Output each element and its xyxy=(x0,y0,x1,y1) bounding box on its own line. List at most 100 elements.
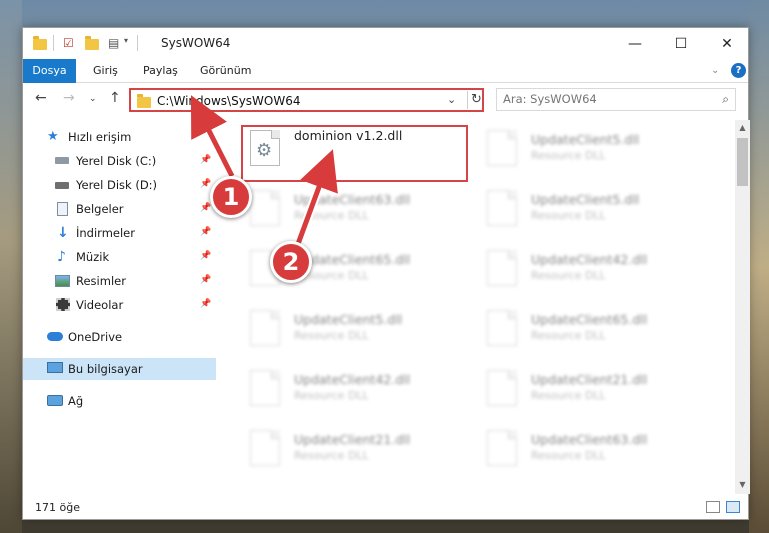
pin-icon[interactable]: 📌 xyxy=(200,179,211,189)
close-button[interactable]: ✕ xyxy=(704,28,750,59)
drive-icon xyxy=(55,182,69,189)
drive-icon xyxy=(55,157,69,164)
list-item[interactable]: UpdateClient5.dll Resource DLL xyxy=(242,302,462,352)
back-arrow-icon[interactable]: ← xyxy=(35,90,47,106)
navigation-bar: ← → ⌄ ↑ C:\Windows\SysWOW64 ⌄ ↻ ⌕ xyxy=(23,84,748,116)
computer-icon xyxy=(47,362,63,373)
dll-file-icon xyxy=(487,430,517,466)
file-name: UpdateClient5.dll xyxy=(531,132,640,147)
sidebar-item-label: Videolar xyxy=(76,298,124,312)
picture-icon xyxy=(55,275,70,287)
desktop-background-right xyxy=(749,0,769,533)
list-item[interactable]: UpdateClient65.dll Resource DLL xyxy=(479,302,699,352)
file-description: Resource DLL xyxy=(531,209,606,222)
list-item[interactable]: UpdateClient42.dll Resource DLL xyxy=(479,242,699,292)
document-icon xyxy=(57,202,68,216)
up-arrow-icon[interactable]: ↑ xyxy=(109,90,121,106)
address-path: C:\Windows\SysWOW64 xyxy=(157,94,301,108)
forward-arrow-icon[interactable]: → xyxy=(63,90,75,106)
sidebar-item-label: Bu bilgisayar xyxy=(68,362,143,376)
file-name: UpdateClient5.dll xyxy=(294,312,403,327)
tab-share[interactable]: Paylaş xyxy=(143,59,178,83)
recent-locations-chevron-icon[interactable]: ⌄ xyxy=(89,94,97,104)
file-description: Resource DLL xyxy=(294,209,369,222)
sidebar-item-music[interactable]: ♪ Müzik 📌 xyxy=(23,246,216,268)
view-options-icon[interactable]: ▤ xyxy=(108,36,119,52)
pin-icon[interactable]: 📌 xyxy=(200,203,211,213)
customize-chevron-icon[interactable]: ▾ xyxy=(124,36,128,52)
pin-icon[interactable]: 📌 xyxy=(200,155,211,165)
maximize-button[interactable]: ☐ xyxy=(658,28,704,59)
address-folder-icon xyxy=(137,94,151,108)
minimize-button[interactable]: — xyxy=(612,28,658,59)
address-dropdown-chevron-icon[interactable]: ⌄ xyxy=(447,93,456,106)
search-box[interactable]: ⌕ xyxy=(496,88,736,111)
file-item-selected[interactable]: ⚙ dominion v1.2.dll xyxy=(242,122,462,172)
pin-icon[interactable]: 📌 xyxy=(200,299,211,309)
tab-home[interactable]: Giriş xyxy=(93,59,118,83)
dll-file-icon xyxy=(487,250,517,286)
window-title: SysWOW64 xyxy=(161,36,231,50)
dll-file-icon xyxy=(487,370,517,406)
dll-file-icon xyxy=(250,190,280,226)
list-item[interactable]: UpdateClient21.dll Resource DLL xyxy=(479,362,699,412)
sidebar-item-local-disk-d[interactable]: Yerel Disk (D:) 📌 xyxy=(23,174,216,196)
sidebar-item-pictures[interactable]: Resimler 📌 xyxy=(23,270,216,292)
scroll-up-arrow-icon[interactable]: ▲ xyxy=(735,123,750,132)
properties-icon[interactable]: ☑ xyxy=(63,36,74,52)
file-name: UpdateClient21.dll xyxy=(531,372,648,387)
search-input[interactable] xyxy=(503,92,703,106)
large-icons-view-icon[interactable] xyxy=(726,501,740,513)
file-description: Resource DLL xyxy=(531,389,606,402)
list-item[interactable]: UpdateClient5.dll Resource DLL xyxy=(479,182,699,232)
pin-icon[interactable]: 📌 xyxy=(200,227,211,237)
list-item[interactable]: UpdateClient63.dll Resource DLL xyxy=(242,182,462,232)
sidebar-item-label: Yerel Disk (C:) xyxy=(76,154,157,168)
file-name: UpdateClient5.dll xyxy=(531,192,640,207)
list-item[interactable]: UpdateClient5.dll Resource DLL xyxy=(479,122,699,172)
file-description: Resource DLL xyxy=(531,329,606,342)
sidebar-item-this-pc[interactable]: Bu bilgisayar xyxy=(23,358,216,380)
title-bar: ☑ ▤ ▾ SysWOW64 — ☐ ✕ xyxy=(23,28,748,59)
music-note-icon: ♪ xyxy=(57,249,66,265)
list-item[interactable]: UpdateClient63.dll Resource DLL xyxy=(479,422,699,472)
file-name: UpdateClient63.dll xyxy=(531,432,648,447)
sidebar-item-downloads[interactable]: ↓ İndirmeler 📌 xyxy=(23,222,216,244)
sidebar-item-label: Hızlı erişim xyxy=(68,130,132,144)
ribbon-expand-chevron-icon[interactable]: ⌄ xyxy=(711,59,719,83)
sidebar-item-network[interactable]: Ağ xyxy=(23,390,216,412)
pin-icon[interactable]: 📌 xyxy=(200,275,211,285)
scroll-down-arrow-icon[interactable]: ▼ xyxy=(735,480,750,489)
scrollbar-thumb[interactable] xyxy=(737,138,748,186)
file-description: Resource DLL xyxy=(531,269,606,282)
callout-badge-2: 2 xyxy=(270,241,312,283)
sidebar-item-videos[interactable]: Videolar 📌 xyxy=(23,294,216,316)
explorer-window: ☑ ▤ ▾ SysWOW64 — ☐ ✕ Dosya Giriş Paylaş … xyxy=(22,27,750,520)
download-arrow-icon: ↓ xyxy=(57,225,69,241)
file-name: UpdateClient42.dll xyxy=(294,372,411,387)
status-bar: 171 öğe xyxy=(23,496,748,520)
refresh-icon[interactable]: ↻ xyxy=(467,91,485,109)
file-name: UpdateClient21.dll xyxy=(294,432,411,447)
sidebar-item-label: Müzik xyxy=(76,250,110,264)
desktop-background-left xyxy=(0,0,22,533)
details-view-icon[interactable] xyxy=(706,501,720,513)
search-icon: ⌕ xyxy=(722,92,729,106)
sidebar-item-quick-access[interactable]: ★ Hızlı erişim xyxy=(23,126,216,148)
sidebar-item-onedrive[interactable]: OneDrive xyxy=(23,326,216,348)
pin-icon[interactable]: 📌 xyxy=(200,251,211,261)
sidebar-item-local-disk-c[interactable]: Yerel Disk (C:) 📌 xyxy=(23,150,216,172)
film-icon xyxy=(56,298,70,311)
tab-file[interactable]: Dosya xyxy=(23,59,76,83)
file-description: Resource DLL xyxy=(531,149,606,162)
help-icon[interactable]: ? xyxy=(731,63,746,78)
address-bar[interactable]: C:\Windows\SysWOW64 ⌄ ↻ xyxy=(129,88,484,112)
file-description: Resource DLL xyxy=(294,449,369,462)
sidebar-item-documents[interactable]: Belgeler 📌 xyxy=(23,198,216,220)
list-item[interactable]: UpdateClient21.dll Resource DLL xyxy=(242,422,462,472)
network-icon xyxy=(47,395,63,406)
list-item[interactable]: UpdateClient42.dll Resource DLL xyxy=(242,362,462,412)
tab-view[interactable]: Görünüm xyxy=(200,59,251,83)
ribbon-tabs: Dosya Giriş Paylaş Görünüm ⌄ ? xyxy=(23,59,748,83)
vertical-scrollbar[interactable]: ▲ ▼ xyxy=(735,120,750,494)
